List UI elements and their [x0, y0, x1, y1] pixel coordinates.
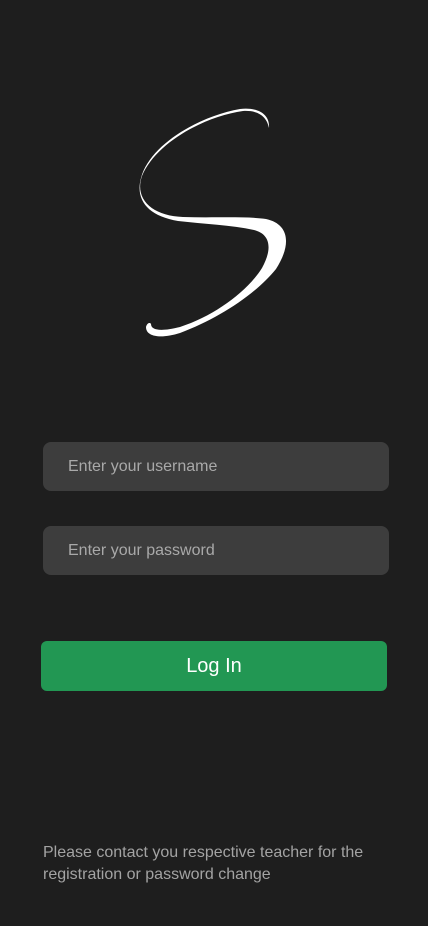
help-text: Please contact you respective teacher fo…	[43, 844, 364, 883]
script-s-logo-icon	[139, 108, 287, 337]
app-logo	[128, 104, 300, 344]
password-input[interactable]	[43, 526, 389, 575]
login-button[interactable]: Log In	[41, 641, 387, 691]
username-input[interactable]	[43, 442, 389, 491]
